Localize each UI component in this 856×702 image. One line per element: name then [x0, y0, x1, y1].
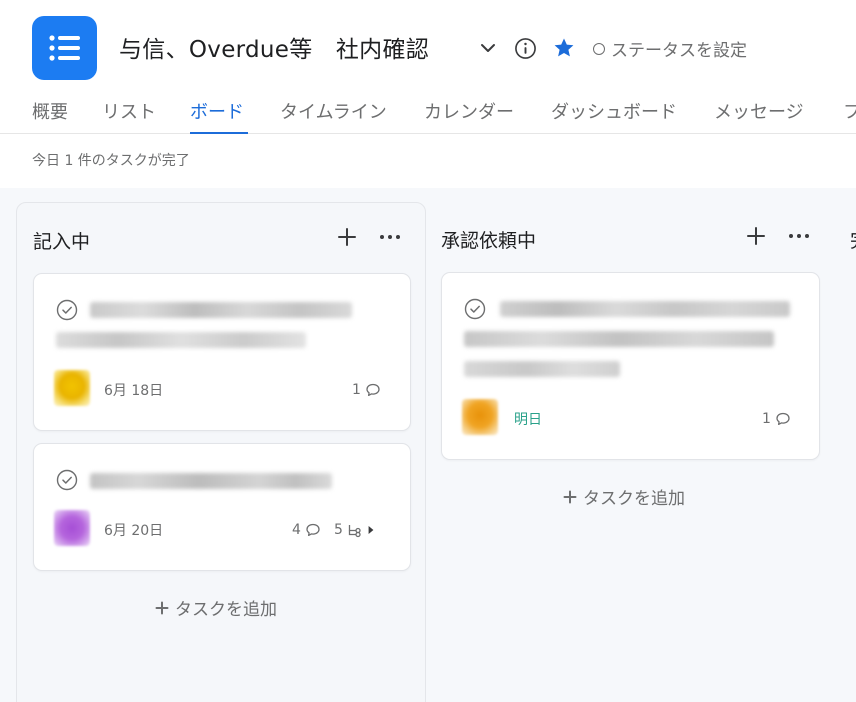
complete-check-icon[interactable]	[56, 469, 78, 491]
task-name-redacted	[500, 301, 790, 317]
status-label: ステータスを設定	[611, 41, 747, 61]
column-title: 完	[850, 226, 856, 253]
assignee-avatar[interactable]	[462, 399, 498, 435]
comment-count[interactable]: 1	[352, 382, 381, 398]
subtask-count-value: 5	[334, 522, 343, 538]
board-column: 記入中 6月 18日 1 6月 20日 4 5 タスクを追加	[16, 202, 426, 702]
add-task-label: タスクを追加	[583, 489, 685, 509]
plus-icon	[563, 490, 577, 503]
project-tabs: 概要 リスト ボード タイムライン カレンダー ダッシュボード メッセージ フ	[0, 88, 856, 134]
comment-icon	[366, 383, 380, 397]
chevron-down-icon[interactable]	[478, 38, 498, 58]
comment-count[interactable]: 1	[762, 411, 791, 427]
comment-icon	[776, 412, 790, 426]
comment-count-value: 4	[292, 522, 301, 538]
complete-check-icon[interactable]	[56, 299, 78, 321]
column-title: 承認依頼中	[441, 230, 537, 252]
task-name-redacted	[90, 473, 332, 489]
active-tab-indicator	[190, 132, 248, 134]
more-icon[interactable]	[377, 225, 403, 249]
project-list-icon[interactable]	[32, 16, 97, 80]
more-icon[interactable]	[786, 224, 812, 248]
due-date[interactable]: 6月 18日	[104, 380, 163, 400]
assignee-avatar[interactable]	[54, 510, 90, 546]
assignee-avatar[interactable]	[54, 370, 90, 406]
board-column: 完	[838, 202, 856, 702]
subtask-count[interactable]: 5	[334, 522, 375, 538]
star-icon[interactable]	[552, 36, 576, 60]
task-name-redacted	[464, 361, 620, 377]
tab-list[interactable]: リスト	[102, 98, 156, 124]
expand-triangle-icon[interactable]	[367, 523, 375, 537]
due-date[interactable]: 明日	[514, 409, 542, 429]
tab-files[interactable]: フ	[843, 98, 856, 124]
info-icon[interactable]	[514, 37, 537, 60]
board-column: 承認依頼中 明日 1 タスクを追加	[426, 202, 836, 702]
comment-count[interactable]: 4	[292, 522, 321, 538]
task-card[interactable]: 明日 1	[441, 272, 820, 460]
comment-count-value: 1	[352, 382, 361, 398]
task-card[interactable]: 6月 18日 1	[33, 273, 411, 431]
tab-messages[interactable]: メッセージ	[714, 98, 804, 124]
column-title: 記入中	[33, 231, 91, 253]
comment-icon	[306, 523, 320, 537]
tab-dashboard[interactable]: ダッシュボード	[551, 98, 677, 124]
tab-timeline[interactable]: タイムライン	[280, 98, 387, 124]
list-icon	[48, 35, 80, 61]
set-status-button[interactable]: ステータスを設定	[593, 36, 747, 61]
task-name-redacted	[464, 331, 774, 347]
status-circle-icon	[593, 42, 605, 55]
project-header: 与信、Overdue等 社内確認 ステータスを設定 概要 リスト ボード タイム…	[0, 0, 856, 188]
add-task-button[interactable]: タスクを追加	[563, 484, 685, 509]
task-name-redacted	[90, 302, 352, 318]
add-task-button[interactable]: タスクを追加	[155, 595, 277, 620]
complete-check-icon[interactable]	[464, 298, 486, 320]
completed-summary: 今日 1 件のタスクが完了	[32, 153, 190, 169]
tab-overview[interactable]: 概要	[32, 98, 68, 124]
due-date[interactable]: 6月 20日	[104, 520, 163, 540]
subtask-icon	[348, 525, 361, 538]
task-card[interactable]: 6月 20日 4 5	[33, 443, 411, 571]
comment-count-value: 1	[762, 411, 771, 427]
task-name-redacted	[56, 332, 306, 348]
add-task-label: タスクを追加	[175, 600, 277, 620]
add-icon[interactable]	[744, 224, 768, 248]
add-icon[interactable]	[335, 225, 359, 249]
project-title[interactable]: 与信、Overdue等 社内確認	[119, 30, 429, 64]
tab-board[interactable]: ボード	[190, 98, 244, 124]
tab-calendar[interactable]: カレンダー	[424, 98, 514, 124]
plus-icon	[155, 601, 169, 614]
